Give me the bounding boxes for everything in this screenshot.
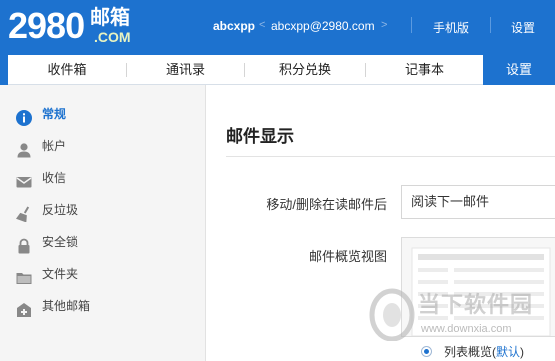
after-move-delete-select[interactable]: 阅读下一邮件 [401, 185, 555, 219]
sidebar-item-antispam[interactable]: 反垃圾 [0, 194, 205, 226]
section-divider [226, 156, 555, 157]
logo-number: 2980 [8, 5, 85, 46]
nav-tab-bar: 收件箱 通讯录 积分兑换 记事本 设置 [8, 55, 555, 85]
sidebar-item-label: 常规 [42, 107, 67, 121]
header-divider [490, 17, 491, 33]
user-icon [16, 138, 32, 158]
tab-contacts[interactable]: 通讯录 [127, 55, 244, 85]
tab-notepad[interactable]: 记事本 [366, 55, 483, 85]
section-title: 邮件显示 [226, 127, 294, 146]
sidebar-item-security-lock[interactable]: 安全锁 [0, 226, 205, 258]
envelope-icon [16, 170, 32, 188]
mailbox-plus-icon [16, 298, 32, 317]
settings-sidebar: 常规 帐户 收信 反垃圾 安全锁 文件夹 其他邮箱 [0, 85, 206, 361]
move-delete-label: 移动/删除在读邮件后 [266, 197, 387, 212]
tab-inbox[interactable]: 收件箱 [8, 55, 126, 85]
lock-icon [16, 234, 32, 254]
sidebar-item-label: 收信 [42, 171, 67, 185]
sidebar-item-label: 其他邮箱 [42, 299, 91, 313]
tab-settings[interactable]: 设置 [483, 55, 555, 85]
sidebar-item-other-mailbox[interactable]: 其他邮箱 [0, 290, 205, 322]
sidebar-item-account[interactable]: 帐户 [0, 130, 205, 162]
watermark: 当下软件园 www.downxia.com [366, 283, 555, 349]
logo[interactable]: 2980 邮箱 .COM [8, 5, 143, 47]
main-nav: 收件箱 通讯录 积分兑换 记事本 设置 [0, 55, 555, 85]
header-divider [411, 17, 412, 33]
watermark-logo-icon [369, 288, 415, 341]
after-move-delete-value: 阅读下一邮件 [411, 194, 490, 209]
sidebar-item-label: 帐户 [42, 139, 67, 153]
email-bracket-left: < [259, 19, 266, 31]
logo-text: 邮箱 [90, 7, 130, 29]
logo-domain: .COM [94, 29, 131, 45]
folder-icon [16, 266, 32, 284]
info-icon [16, 106, 32, 126]
broom-icon [15, 202, 32, 223]
header-settings-link[interactable]: 设置 [511, 19, 535, 36]
mobile-version-link[interactable]: 手机版 [433, 19, 469, 36]
watermark-name: 当下软件园 [418, 292, 534, 317]
sidebar-item-label: 文件夹 [42, 267, 79, 281]
sidebar-item-receive[interactable]: 收信 [0, 162, 205, 194]
sidebar-item-general[interactable]: 常规 [0, 98, 205, 130]
watermark-url: www.downxia.com [421, 323, 512, 335]
email-bracket-right: > [381, 19, 388, 31]
sidebar-item-label: 安全锁 [42, 235, 79, 249]
user-email[interactable]: abcxpp@2980.com [271, 19, 375, 33]
top-header: 2980 邮箱 .COM abcxpp < abcxpp@2980.com > … [0, 0, 555, 55]
tab-points-exchange[interactable]: 积分兑换 [245, 55, 365, 85]
sidebar-item-folders[interactable]: 文件夹 [0, 258, 205, 290]
sidebar-item-label: 反垃圾 [42, 203, 79, 217]
preview-view-label: 邮件概览视图 [308, 249, 387, 264]
username[interactable]: abcxpp [213, 19, 255, 33]
